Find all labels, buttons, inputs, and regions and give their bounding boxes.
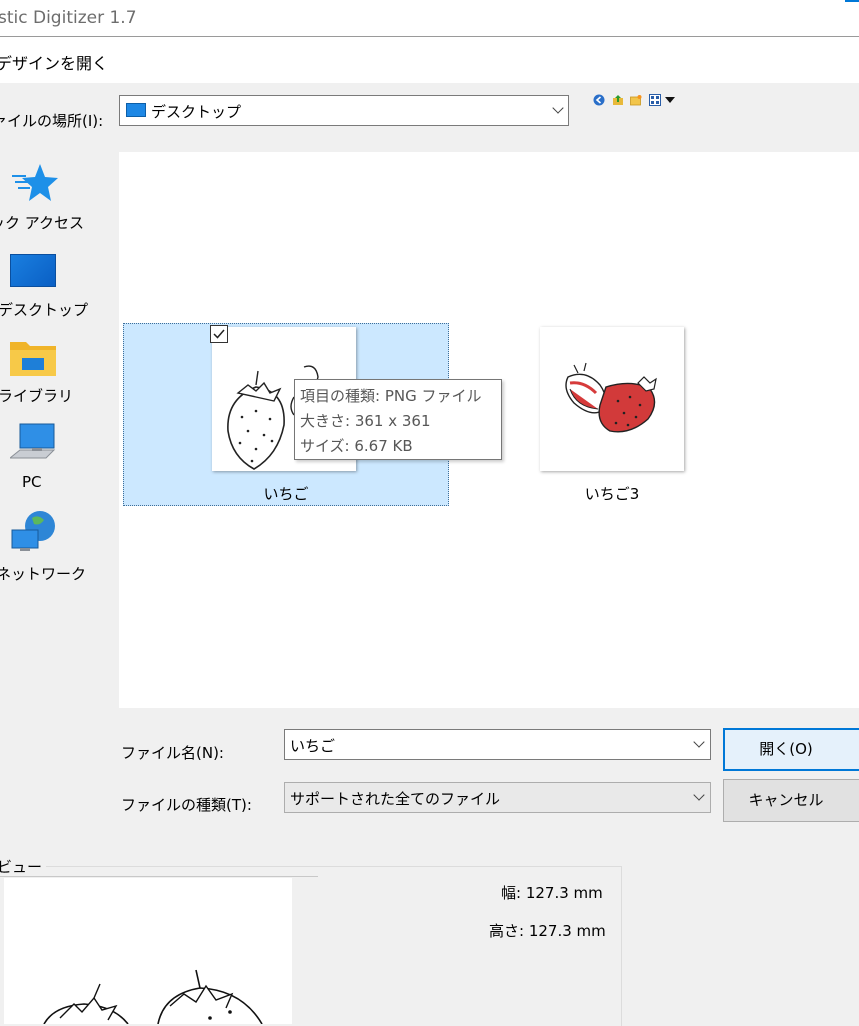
new-folder-icon[interactable] [630,94,642,106]
filename-input[interactable]: いちご [284,729,711,760]
open-button[interactable]: 開く(O) [723,728,859,771]
strawberry-preview-icon [43,969,263,1024]
tooltip-dimensions: 大きさ: 361 x 361 [300,412,431,430]
back-icon[interactable] [593,94,605,106]
place-label: ネットワーク [0,565,87,583]
places-bar: ック アクセス デスクトップ ライブラリ PC ネットワーク [0,152,108,832]
filename-label: ファイル名(N): [121,744,224,762]
window-accent [845,0,859,2]
navigation-toolbar [593,94,683,110]
look-in-dropdown[interactable]: デスクトップ [119,95,569,126]
dialog-header [0,37,859,83]
file-info-tooltip: 項目の種類: PNG ファイル 大きさ: 361 x 361 サイズ: 6.67… [294,379,502,460]
chevron-down-icon [552,102,564,114]
desktop-icon [126,103,146,117]
file-thumbnail[interactable] [540,327,684,471]
preview-height: 高さ: 127.3 mm [489,922,606,940]
preview-label: ビュー [0,856,47,877]
cancel-button[interactable]: キャンセル [723,779,859,822]
place-label: ライブラリ [0,387,74,405]
file-name-label: いちご3 [584,485,640,503]
preview-divider [0,876,318,877]
file-select-checkbox[interactable] [210,325,228,343]
star-icon [12,164,58,201]
look-in-value: デスクトップ [151,103,242,121]
desktop-icon [10,254,56,287]
filetype-value: サポートされた全てのファイル [290,790,501,808]
chevron-down-icon[interactable] [693,736,705,748]
up-folder-icon[interactable] [612,94,624,106]
network-icon [11,511,55,551]
look-in-label: ァイルの場所(I): [0,112,104,130]
computer-icon [10,423,56,459]
filename-value: いちご [290,737,336,755]
caret-down-icon[interactable] [664,94,676,106]
preview-width: 幅: 127.3 mm [501,884,603,902]
library-folder-icon [10,342,56,376]
file-name-label: いちご [263,485,309,503]
place-label: ック アクセス [0,214,85,232]
view-menu-icon[interactable] [649,94,661,106]
filetype-select[interactable]: サポートされた全てのファイル [284,782,711,813]
dialog-title: デザインを開く [0,54,109,73]
preview-image [4,878,292,1024]
filetype-label: ファイルの種類(T): [121,796,252,814]
strawberry-color-icon [565,362,657,433]
tooltip-file-size: サイズ: 6.67 KB [300,437,413,455]
tooltip-item-type: 項目の種類: PNG ファイル [300,387,482,405]
chevron-down-icon [693,789,705,801]
checkmark-icon [213,329,225,339]
place-label: デスクトップ [0,301,89,319]
place-label: PC [22,473,42,491]
app-title: stic Digitizer 1.7 [0,8,137,28]
